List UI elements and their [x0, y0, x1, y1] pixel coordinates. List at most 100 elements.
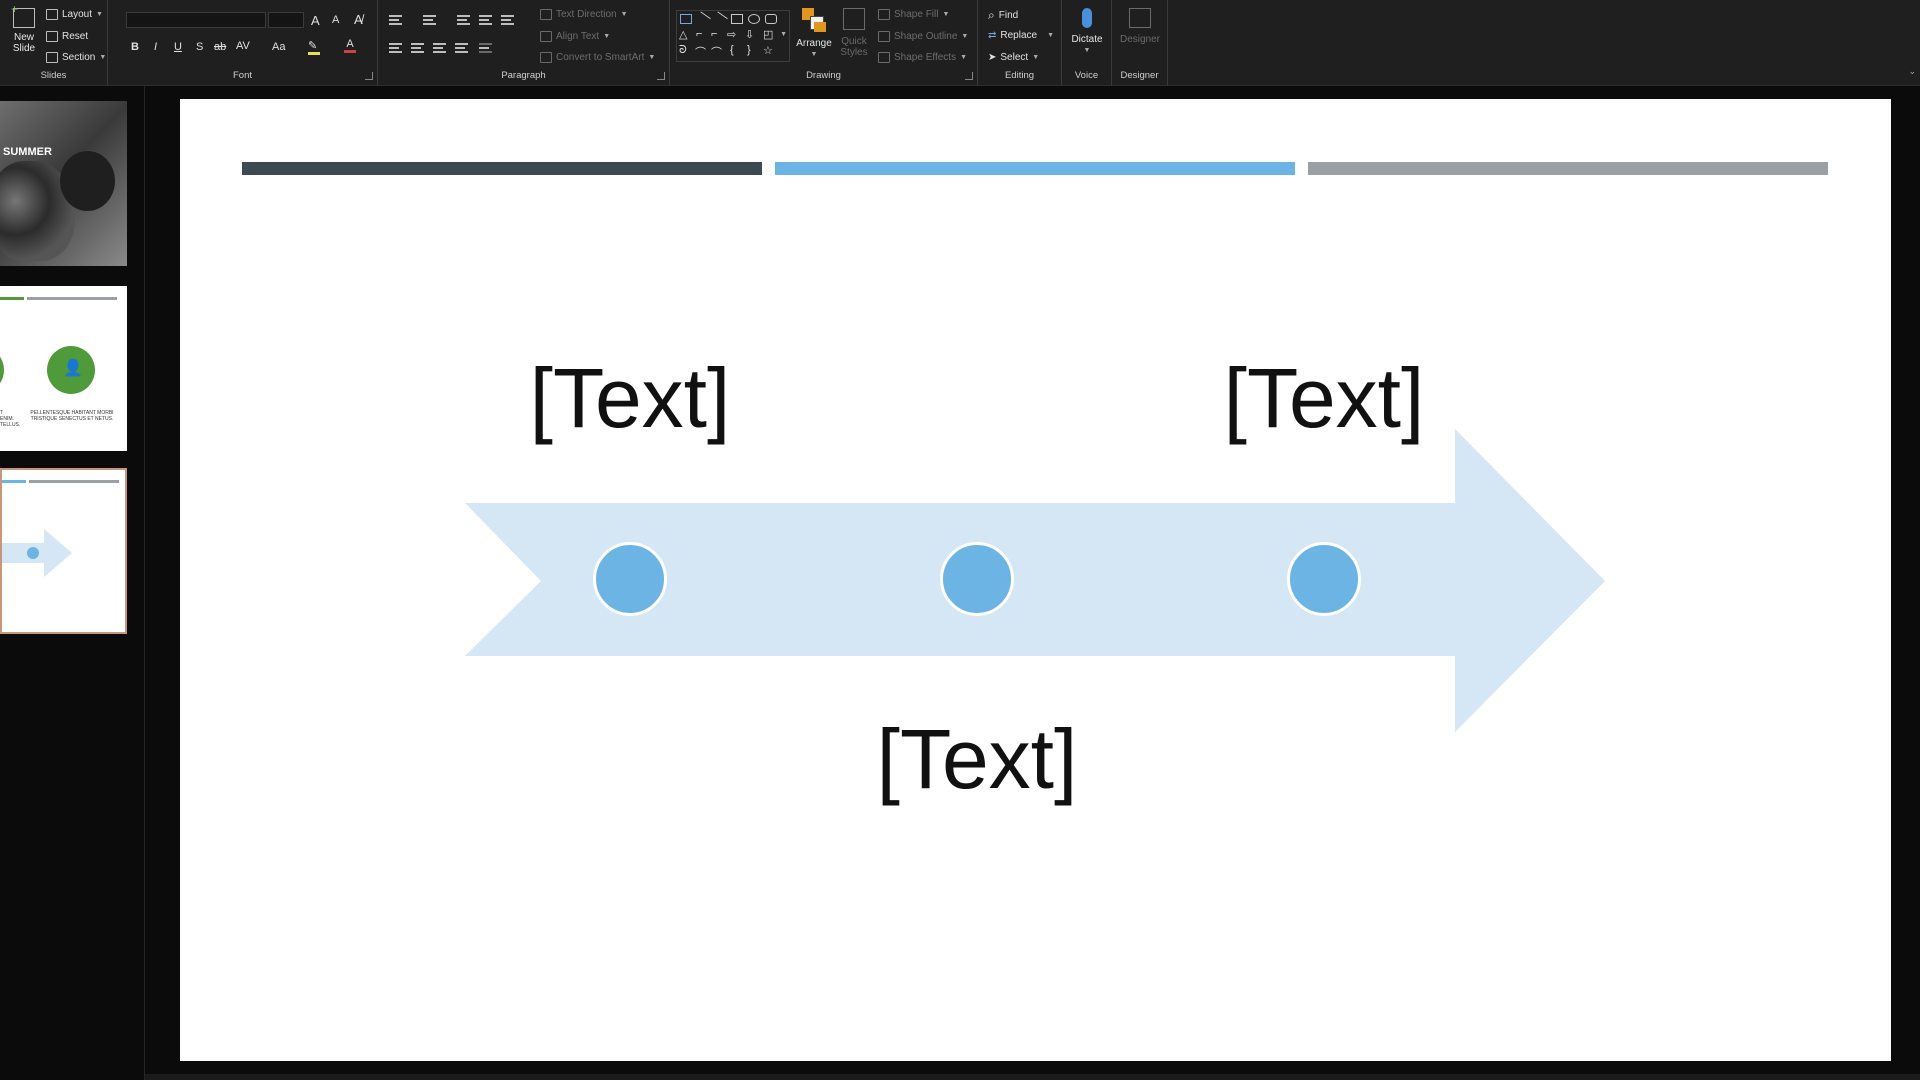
justify-icon[interactable] [455, 43, 468, 53]
text-direction-button[interactable]: Text Direction ▼ [540, 9, 628, 20]
slide-thumbnails-pane: SUMMER 👤 T ENIM. TELLUS. PELLENTESQUE HA… [0, 86, 145, 1080]
line-shape-icon[interactable] [695, 11, 711, 27]
designer-group: Designer Designer [1112, 0, 1168, 85]
triangle-shape-icon[interactable]: △ [679, 28, 687, 41]
thumb2-right-caption-2: TRISTIQUE SENECTUS ET NETUS. [30, 416, 114, 422]
font-name-select[interactable] [126, 12, 266, 28]
rectangle-shape-icon[interactable] [731, 14, 743, 24]
slides-group-label: Slides [40, 70, 67, 81]
collapse-ribbon-icon[interactable]: ⌄ [1908, 66, 1916, 77]
brace-right-shape-icon[interactable]: } [747, 44, 751, 56]
gallery-more-icon[interactable]: ▼ [780, 31, 787, 38]
decrease-indent-icon[interactable] [457, 15, 470, 25]
clear-formatting-icon[interactable]: A̸ [354, 12, 363, 27]
select-button[interactable]: ➤ Select ▼ [988, 52, 1039, 63]
arrow-right-shape-icon[interactable]: ⇨ [727, 28, 736, 41]
arrow-down-shape-icon[interactable]: ⇩ [745, 28, 754, 41]
milestone-text-top-right[interactable]: [Text] [1194, 350, 1454, 446]
character-spacing-button[interactable]: AV [236, 40, 250, 52]
shape-effects-button[interactable]: Shape Effects ▼ [878, 52, 967, 63]
highlight-icon[interactable]: ✎ [308, 39, 320, 55]
slide-thumbnail-3-selected[interactable] [0, 468, 127, 634]
voice-group-label: Voice [1074, 70, 1099, 81]
paragraph-group-label: Paragraph [501, 70, 546, 81]
oval-shape-icon[interactable] [748, 14, 760, 24]
align-text-icon [540, 31, 552, 42]
dictate-button[interactable]: Dictate ▼ [1066, 8, 1108, 56]
milestone-text-top-left[interactable]: [Text] [500, 350, 760, 446]
chevron-down-icon: ▼ [1083, 47, 1091, 54]
elbow-shape-icon[interactable]: ⌐ [696, 28, 702, 40]
star-shape-icon[interactable]: ☆ [763, 44, 773, 57]
accent-bar-dark [242, 162, 762, 175]
shape-outline-button[interactable]: Shape Outline ▼ [878, 31, 968, 42]
underline-button[interactable]: U [174, 41, 182, 53]
shape-fill-label: Shape Fill [894, 9, 939, 20]
slide-thumbnail-2[interactable]: 👤 T ENIM. TELLUS. PELLENTESQUE HABITANT … [0, 286, 127, 451]
milestone-text-bottom[interactable]: [Text] [847, 711, 1107, 807]
new-slide-label-2: Slide [12, 43, 36, 54]
change-case-button[interactable]: Aa [272, 41, 285, 53]
smartart-icon [540, 52, 552, 63]
thumb3-bar-gray [29, 480, 119, 483]
reset-button[interactable]: Reset [46, 31, 88, 42]
font-color-icon[interactable]: A [344, 38, 356, 53]
slide-canvas[interactable]: [Text] [Text] [Text] [180, 99, 1891, 1061]
section-icon [46, 52, 58, 63]
callout-shape-icon[interactable]: ◰ [763, 28, 773, 41]
line-shape-icon[interactable] [712, 11, 728, 27]
rounded-rect-shape-icon[interactable] [765, 14, 777, 24]
horizontal-scrollbar[interactable] [145, 1074, 1920, 1080]
replace-button[interactable]: ⇄ Replace ▼ [988, 30, 1054, 41]
brace-left-shape-icon[interactable]: { [730, 44, 734, 56]
freeform-shape-icon[interactable]: ᘐ [679, 44, 687, 57]
timeline-milestone-dot-1[interactable] [593, 542, 667, 616]
text-direction-label: Text Direction [556, 9, 617, 20]
increase-indent-icon[interactable] [479, 15, 492, 25]
timeline-milestone-dot-2[interactable] [940, 542, 1014, 616]
shapes-gallery[interactable]: △ ⌐ ⌐ ⇨ ⇩ ◰ ᘐ ⌒ ⌒ { } ☆ ▼ [676, 10, 790, 62]
strikethrough-button[interactable]: ab [214, 41, 226, 53]
font-size-select[interactable] [268, 12, 304, 28]
arrange-button[interactable]: Arrange ▼ [794, 8, 834, 60]
grow-font-button[interactable]: A [311, 13, 320, 28]
curve-shape-icon[interactable]: ⌒ [711, 44, 722, 60]
align-left-icon[interactable] [389, 43, 402, 53]
textbox-shape-icon[interactable] [680, 14, 692, 24]
quick-styles-button[interactable]: Quick Styles [836, 8, 872, 58]
bold-button[interactable]: B [131, 41, 139, 53]
drawing-dialog-launcher-icon[interactable] [965, 72, 973, 80]
new-slide-label: New [13, 32, 34, 43]
paragraph-dialog-launcher-icon[interactable] [657, 72, 665, 80]
convert-smartart-button[interactable]: Convert to SmartArt ▼ [540, 52, 655, 63]
italic-button[interactable]: I [154, 41, 157, 53]
numbering-icon[interactable] [423, 15, 436, 25]
find-button[interactable]: ⌕ Find [988, 8, 1018, 23]
elbow-shape-icon[interactable]: ⌐ [711, 28, 717, 40]
shrink-font-button[interactable]: A [332, 14, 339, 26]
layout-button[interactable]: Layout ▼ [46, 9, 103, 20]
designer-button-label: Designer [1119, 34, 1161, 45]
align-text-button[interactable]: Align Text ▼ [540, 31, 610, 42]
bullets-icon[interactable] [389, 15, 402, 25]
new-slide-button[interactable]: + New Slide [6, 3, 42, 54]
curve-shape-icon[interactable]: ⌒ [695, 44, 706, 60]
shadow-button[interactable]: S [196, 41, 203, 53]
align-center-icon[interactable] [411, 43, 424, 53]
align-right-icon[interactable] [433, 43, 446, 53]
font-dialog-launcher-icon[interactable] [365, 72, 373, 80]
arrange-label: Arrange [796, 38, 832, 49]
columns-icon[interactable] [479, 43, 492, 53]
section-button[interactable]: Section ▼ [46, 52, 106, 63]
thumb2-user-circle: 👤 [47, 346, 95, 394]
shape-fill-button[interactable]: Shape Fill ▼ [878, 9, 949, 20]
quick-styles-label-2: Styles [840, 47, 868, 58]
timeline-milestone-dot-3[interactable] [1287, 542, 1361, 616]
designer-button[interactable]: Designer [1117, 8, 1163, 45]
dog-ear-image [60, 151, 115, 211]
drawing-group-label: Drawing [806, 70, 841, 81]
chevron-down-icon: ▼ [620, 11, 628, 18]
slide-thumbnail-1[interactable]: SUMMER [0, 101, 127, 266]
line-spacing-icon[interactable] [501, 15, 514, 25]
thumb2-bar-green [0, 297, 24, 300]
